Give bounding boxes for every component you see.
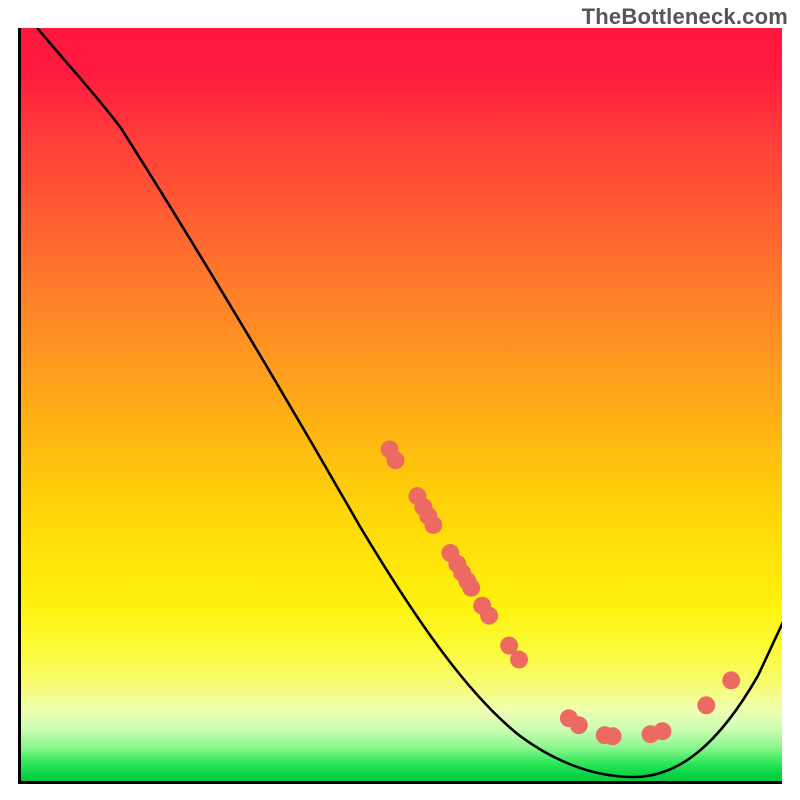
chart-plot-area xyxy=(18,28,782,784)
bottleneck-curve-layer xyxy=(21,28,782,781)
data-point-markers xyxy=(381,440,741,745)
watermark-text: TheBottleneck.com xyxy=(582,4,788,30)
bottleneck-curve xyxy=(21,28,782,777)
